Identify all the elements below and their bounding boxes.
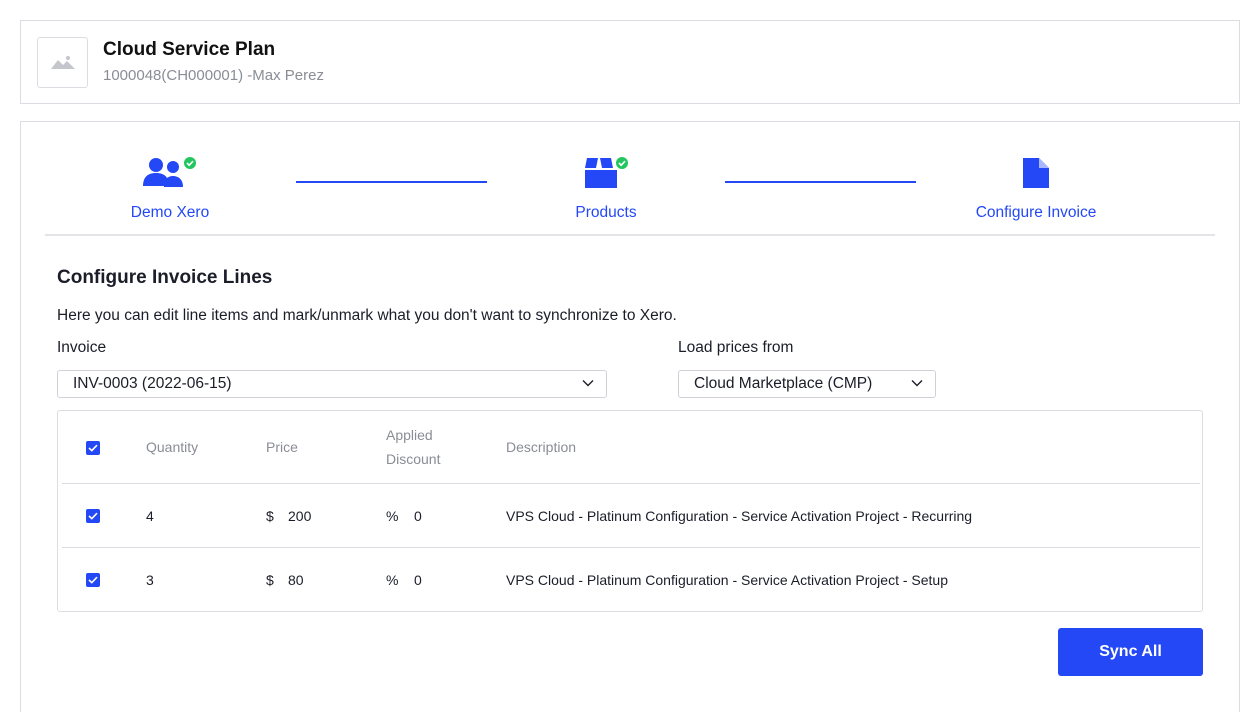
invoice-select-value: INV-0003 (2022-06-15) (73, 375, 232, 392)
sync-all-button[interactable]: Sync All (1058, 628, 1203, 676)
description-input[interactable]: VPS Cloud - Platinum Configuration - Ser… (506, 572, 948, 588)
percent-symbol: % (386, 508, 399, 524)
step-connector (296, 181, 487, 183)
column-header-quantity: Quantity (146, 439, 199, 455)
box-icon (582, 156, 630, 195)
load-prices-select-value: Cloud Marketplace (CMP) (694, 375, 873, 392)
price-input[interactable]: 80 (288, 572, 304, 588)
chevron-down-icon (911, 380, 923, 387)
page-title: Cloud Service Plan (103, 39, 276, 60)
description-input[interactable]: VPS Cloud - Platinum Configuration - Ser… (506, 508, 972, 524)
chevron-down-icon (582, 380, 594, 387)
column-header-discount-line1: Applied (386, 427, 433, 443)
discount-input[interactable]: 0 (414, 508, 422, 524)
step-connector (725, 181, 916, 183)
document-icon (1022, 156, 1050, 195)
checkmark-icon (88, 576, 98, 584)
checkmark-icon (88, 512, 98, 520)
invoice-select[interactable]: INV-0003 (2022-06-15) (57, 370, 607, 398)
image-placeholder-icon (50, 55, 75, 69)
row-checkbox[interactable] (86, 573, 100, 587)
discount-input[interactable]: 0 (414, 572, 422, 588)
configure-invoice-card: Demo Xero Products Configure Invoice Con… (20, 121, 1240, 712)
checkmark-icon (88, 444, 98, 452)
section-description: Here you can edit line items and mark/un… (57, 307, 677, 324)
load-prices-label: Load prices from (678, 339, 794, 356)
quantity-input[interactable]: 3 (146, 572, 154, 588)
percent-symbol: % (386, 572, 399, 588)
wizard-stepper: Demo Xero Products Configure Invoice (45, 122, 1215, 236)
page-subtitle: 1000048(CH000001) -Max Perez (103, 67, 324, 84)
table-row: 3 $ 80 % 0 VPS Cloud - Platinum Configur… (62, 549, 1200, 613)
table-header-row: Quantity Price Applied Discount Descript… (62, 411, 1200, 484)
step-label: Demo Xero (130, 204, 210, 221)
table-row: 4 $ 200 % 0 VPS Cloud - Platinum Configu… (62, 484, 1200, 548)
column-header-discount-line2: Discount (386, 451, 441, 467)
invoice-lines-table: Quantity Price Applied Discount Descript… (57, 410, 1203, 612)
column-header-description: Description (506, 439, 577, 455)
select-all-checkbox[interactable] (86, 441, 100, 455)
avatar (37, 37, 88, 88)
price-input[interactable]: 200 (288, 508, 311, 524)
users-icon (142, 156, 198, 195)
column-header-price: Price (266, 439, 298, 455)
step-label: Products (575, 204, 637, 221)
load-prices-select[interactable]: Cloud Marketplace (CMP) (678, 370, 936, 398)
invoice-label: Invoice (57, 339, 107, 356)
quantity-input[interactable]: 4 (146, 508, 154, 524)
section-title: Configure Invoice Lines (57, 267, 273, 288)
currency-symbol: $ (266, 572, 274, 588)
currency-symbol: $ (266, 508, 274, 524)
row-checkbox[interactable] (86, 509, 100, 523)
step-label: Configure Invoice (975, 204, 1097, 221)
plan-header-card: Cloud Service Plan 1000048(CH000001) -Ma… (20, 20, 1240, 104)
